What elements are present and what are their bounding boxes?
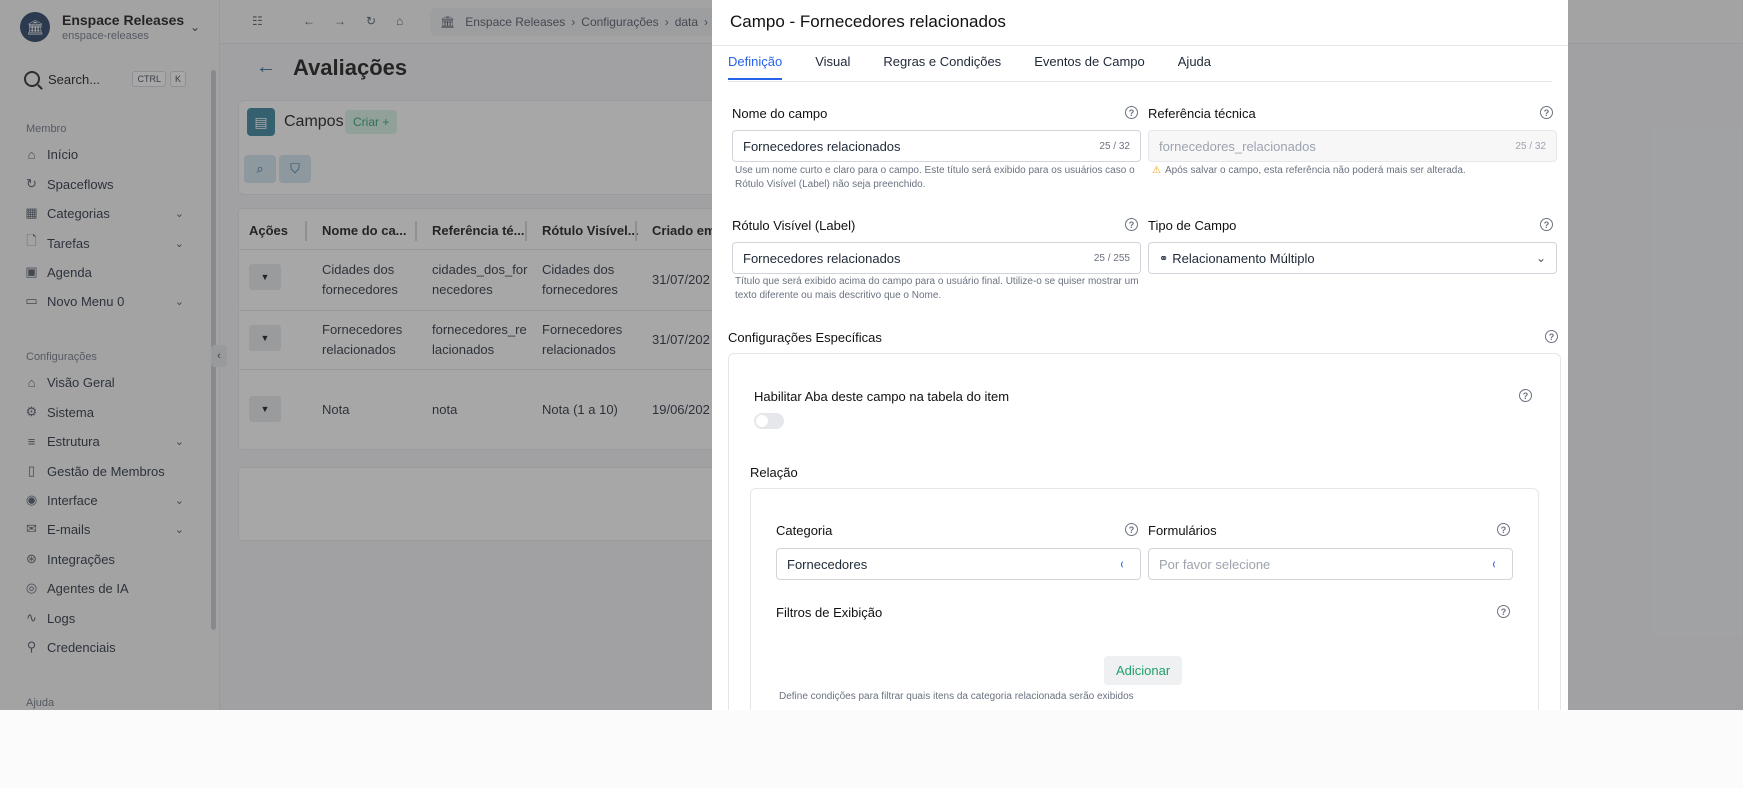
reference-input: fornecedores_relacionados 25 / 32: [1148, 130, 1557, 162]
enable-tab-toggle[interactable]: [754, 413, 784, 429]
reference-value: fornecedores_relacionados: [1159, 138, 1316, 154]
field-type-label: Tipo de Campo: [1148, 218, 1237, 233]
tab-ajuda[interactable]: Ajuda: [1178, 54, 1211, 80]
field-name-hint: Use um nome curto e claro para o campo. …: [735, 165, 1135, 190]
label-field-label: Rótulo Visível (Label): [732, 218, 856, 233]
help-icon[interactable]: ?: [1519, 389, 1532, 402]
divider: [712, 45, 1568, 46]
field-name-value: Fornecedores relacionados: [743, 138, 901, 154]
filters-title: Filtros de Exibição: [776, 605, 883, 620]
help-icon[interactable]: ?: [1125, 218, 1138, 231]
label-hint: Título que será exibido acima do campo p…: [735, 276, 1139, 301]
help-icon[interactable]: ?: [1545, 330, 1558, 343]
field-type-value: Relacionamento Múltiplo: [1172, 250, 1315, 266]
category-value: Fornecedores: [787, 556, 868, 572]
help-icon[interactable]: ?: [1125, 106, 1138, 119]
help-icon[interactable]: ?: [1540, 106, 1553, 119]
forms-label: Formulários: [1148, 523, 1217, 538]
warning-icon: ⚠: [1152, 165, 1161, 176]
field-name-input[interactable]: Fornecedores relacionados 25 / 32: [732, 130, 1141, 162]
tab-eventos[interactable]: Eventos de Campo: [1034, 54, 1145, 80]
field-drawer: Campo - Fornecedores relacionados Defini…: [712, 0, 1568, 710]
drawer-title: Campo - Fornecedores relacionados: [730, 12, 1006, 31]
char-counter: 25 / 32: [1515, 140, 1546, 152]
add-filter-button[interactable]: Adicionar: [1104, 656, 1183, 685]
tab-regras[interactable]: Regras e Condições: [883, 54, 1001, 80]
label-input[interactable]: Fornecedores relacionados 25 / 255: [732, 242, 1141, 274]
app-window: 🏛 Enspace Releases enspace-releases ⌄ Se…: [0, 0, 1743, 710]
category-select[interactable]: Fornecedores: [776, 548, 1141, 580]
forms-placeholder: Por favor selecione: [1159, 556, 1271, 572]
tab-bar: Definição Visual Regras e Condições Even…: [728, 54, 1244, 80]
section-title-relation: Relação: [750, 465, 798, 480]
divider: [728, 81, 1552, 82]
help-icon[interactable]: ?: [1540, 218, 1553, 231]
chevron-down-icon: ⌄: [1535, 251, 1546, 265]
forms-select[interactable]: Por favor selecione: [1148, 548, 1513, 580]
reference-hint-text: Após salvar o campo, esta referência não…: [1164, 165, 1466, 176]
tab-visual[interactable]: Visual: [815, 54, 850, 80]
help-icon[interactable]: ?: [1497, 605, 1510, 618]
section-title-config: Configurações Específicas: [728, 330, 882, 345]
category-label: Categoria: [776, 523, 833, 538]
tab-definicao[interactable]: Definição: [728, 54, 783, 80]
reference-hint: ⚠ Após salvar o campo, esta referência nã…: [1152, 164, 1557, 178]
loading-spinner-icon: [1121, 559, 1130, 569]
loading-spinner-icon: [1493, 559, 1502, 569]
label-value: Fornecedores relacionados: [743, 250, 901, 266]
relation-icon: ⚭: [1159, 252, 1169, 265]
enable-tab-label: Habilitar Aba deste campo na tabela do i…: [754, 389, 1010, 404]
reference-label: Referência técnica: [1148, 106, 1256, 121]
field-name-label: Nome do campo: [732, 106, 828, 121]
filters-hint: Define condições para filtrar quais iten…: [779, 691, 1134, 702]
char-counter: 25 / 255: [1093, 252, 1130, 264]
char-counter: 25 / 32: [1099, 140, 1130, 152]
help-icon[interactable]: ?: [1497, 523, 1510, 536]
field-type-select[interactable]: ⚭ Relacionamento Múltiplo ⌄: [1148, 242, 1557, 274]
help-icon[interactable]: ?: [1125, 523, 1138, 536]
